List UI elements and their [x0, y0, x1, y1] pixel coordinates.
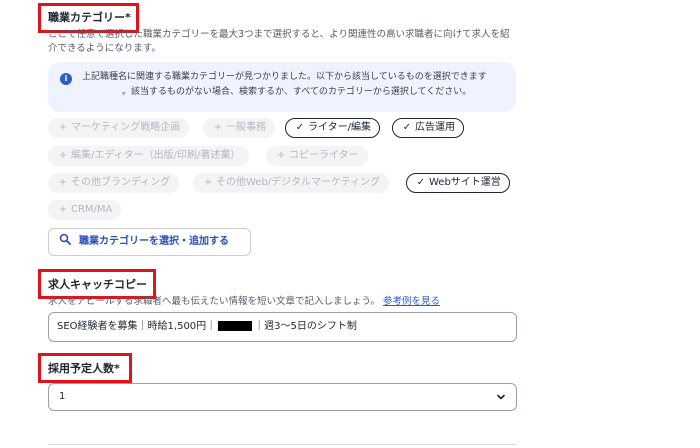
chip-copywriter[interactable]: + コピーライター: [266, 146, 368, 166]
chip-website-operation[interactable]: ✓ Webサイト運営: [406, 173, 510, 193]
divider: [48, 444, 517, 445]
headcount-value: 1: [59, 391, 66, 402]
select-category-button[interactable]: 職業カテゴリーを選択・追加する: [48, 228, 251, 256]
plus-icon: +: [58, 150, 68, 161]
plus-icon: +: [203, 177, 213, 188]
plus-icon: +: [213, 122, 223, 133]
select-category-label: 職業カテゴリーを選択・追加する: [79, 236, 229, 247]
chip-general-affairs[interactable]: + 一般事務: [203, 118, 275, 138]
chip-writer-editor[interactable]: ✓ ライター/編集: [285, 118, 380, 138]
catchcopy-input[interactable]: SEO経験者を募集｜時給1,500円｜ ｜週3〜5日のシフト制: [48, 312, 517, 342]
chip-crm-ma[interactable]: + CRM/MA: [48, 200, 122, 220]
info-text-line2: 。該当するものがない場合、検索するか、すべてのカテゴリーから選択してください。: [122, 87, 472, 97]
category-description-line1: ここで任意で選択した職業カテゴリーを最大3つまで選択すると、より関連性の高い求職…: [48, 29, 510, 40]
check-icon: ✓: [295, 122, 305, 133]
plus-icon: +: [58, 204, 68, 215]
category-description-line2: 介できるようになります。: [48, 43, 161, 54]
category-label: 職業カテゴリー*: [48, 11, 131, 24]
check-icon: ✓: [416, 177, 426, 188]
catchcopy-description: 求人をアピールする求職者へ最も伝えたい情報を短い文章で記入しましょう。 参考例を…: [48, 296, 440, 307]
chip-ad-operation[interactable]: ✓ 広告運用: [392, 118, 464, 138]
search-icon: [59, 229, 73, 255]
plus-icon: +: [58, 122, 68, 133]
catchcopy-label: 求人キャッチコピー: [48, 278, 147, 291]
chip-other-branding[interactable]: + その他ブランディング: [48, 173, 180, 193]
check-icon: ✓: [402, 122, 412, 133]
chip-other-web-marketing[interactable]: + その他Web/デジタルマーケティング: [193, 173, 390, 193]
chip-marketing-strategy[interactable]: + マーケティング戦略企画: [48, 118, 190, 138]
plus-icon: +: [276, 150, 286, 161]
plus-icon: +: [58, 177, 68, 188]
example-link[interactable]: 参考例を見る: [383, 296, 440, 307]
chevron-down-icon: [497, 394, 505, 400]
info-icon: i: [60, 73, 72, 85]
headcount-select[interactable]: 1: [48, 383, 517, 411]
headcount-label: 採用予定人数*: [48, 362, 120, 375]
chip-editor-publishing[interactable]: + 編集/エディター（出版/印刷/著述業）: [48, 146, 250, 166]
info-text-line1: 上記職種名に関連する職業カテゴリーが見つかりました。以下から該当しているものを選…: [82, 72, 487, 82]
info-notice: i 上記職種名に関連する職業カテゴリーが見つかりました。以下から該当しているもの…: [48, 62, 516, 112]
redacted-block: [218, 321, 253, 331]
